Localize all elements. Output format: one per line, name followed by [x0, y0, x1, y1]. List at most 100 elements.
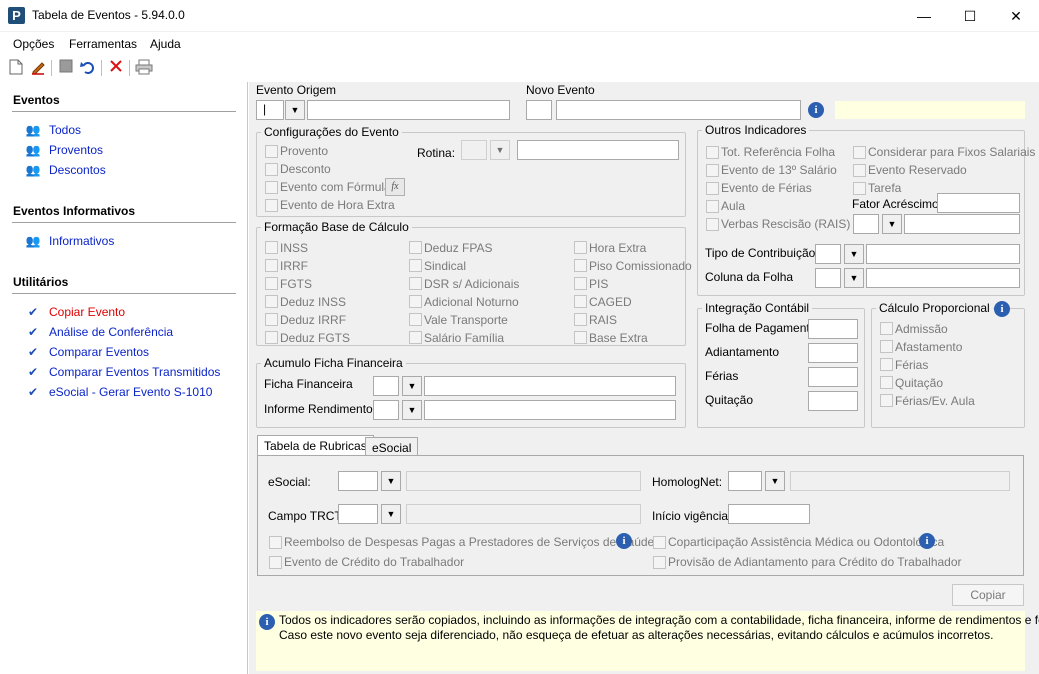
evento-ferias-checkbox[interactable] — [706, 182, 719, 195]
inss-checkbox[interactable] — [265, 241, 278, 254]
quitacao-proporcional-checkbox[interactable] — [880, 376, 893, 389]
verbas-name-input[interactable] — [904, 214, 1020, 234]
info-icon[interactable]: i — [808, 102, 824, 118]
esocial-name-input[interactable] — [406, 471, 641, 491]
info-icon[interactable]: i — [616, 533, 632, 549]
salario-familia-checkbox[interactable] — [409, 331, 422, 344]
piso-comissionado-checkbox[interactable] — [574, 259, 587, 272]
sidebar-item-analise-conferencia[interactable]: Análise de Conferência — [49, 325, 173, 339]
campo-trct-dropdown-button[interactable]: ▼ — [381, 504, 401, 524]
fator-acrescimo-input[interactable] — [937, 193, 1020, 213]
fgts-checkbox[interactable] — [265, 277, 278, 290]
tab-tabela-rubricas[interactable]: Tabela de Rubricas — [257, 435, 374, 455]
coparticipacao-checkbox[interactable] — [653, 536, 666, 549]
aula-checkbox[interactable] — [706, 200, 719, 213]
menu-opcoes[interactable]: Opções — [13, 37, 54, 51]
credito-trabalhador-checkbox[interactable] — [269, 556, 282, 569]
caged-checkbox[interactable] — [574, 295, 587, 308]
homolognet-code-input[interactable] — [728, 471, 762, 491]
maximize-button[interactable]: ☐ — [947, 0, 993, 32]
hora-extra-checkbox[interactable] — [265, 199, 278, 212]
formula-button[interactable]: fx — [385, 178, 405, 196]
tab-esocial[interactable]: eSocial — [365, 437, 419, 455]
reembolso-checkbox[interactable] — [269, 536, 282, 549]
desconto-checkbox[interactable] — [265, 163, 278, 176]
copiar-button[interactable]: Copiar — [952, 584, 1024, 606]
vale-transporte-checkbox[interactable] — [409, 313, 422, 326]
esocial-code-input[interactable] — [338, 471, 378, 491]
coluna-folha-code-input[interactable] — [815, 268, 841, 288]
tarefa-checkbox[interactable] — [853, 182, 866, 195]
provento-checkbox[interactable] — [265, 145, 278, 158]
ferias-integracao-input[interactable] — [808, 367, 858, 387]
tipo-contribuicao-code-input[interactable] — [815, 244, 841, 264]
rais-checkbox[interactable] — [574, 313, 587, 326]
novo-evento-code-input[interactable] — [526, 100, 552, 120]
provisao-checkbox[interactable] — [653, 556, 666, 569]
deduz-inss-checkbox[interactable] — [265, 295, 278, 308]
tipo-contribuicao-dropdown-button[interactable]: ▼ — [844, 244, 864, 264]
hora-extra-base-checkbox[interactable] — [574, 241, 587, 254]
inicio-vigencia-input[interactable] — [728, 504, 810, 524]
verbas-code-input[interactable] — [853, 214, 879, 234]
rotina-name-input[interactable] — [517, 140, 679, 160]
close-button[interactable]: ✕ — [993, 0, 1039, 32]
ficha-financeira-name-input[interactable] — [424, 376, 676, 396]
base-extra-checkbox[interactable] — [574, 331, 587, 344]
rotina-dropdown-button[interactable]: ▼ — [490, 140, 510, 160]
informe-rendimentos-dropdown-button[interactable]: ▼ — [402, 400, 422, 420]
minimize-button[interactable]: — — [901, 0, 947, 32]
delete-icon[interactable] — [107, 59, 125, 77]
admissao-checkbox[interactable] — [880, 322, 893, 335]
informe-rendimentos-name-input[interactable] — [424, 400, 676, 420]
irrf-checkbox[interactable] — [265, 259, 278, 272]
homolognet-dropdown-button[interactable]: ▼ — [765, 471, 785, 491]
homolognet-name-input[interactable] — [790, 471, 1010, 491]
deduz-fpas-checkbox[interactable] — [409, 241, 422, 254]
dsr-adicionais-checkbox[interactable] — [409, 277, 422, 290]
sidebar-item-informativos[interactable]: Informativos — [49, 234, 114, 248]
save-icon[interactable] — [57, 59, 75, 77]
print-icon[interactable] — [135, 59, 153, 77]
evento-formula-checkbox[interactable] — [265, 181, 278, 194]
ficha-financeira-dropdown-button[interactable]: ▼ — [402, 376, 422, 396]
novo-evento-name-input[interactable] — [556, 100, 801, 120]
sidebar-item-proventos[interactable]: Proventos — [49, 143, 103, 157]
coluna-folha-dropdown-button[interactable]: ▼ — [844, 268, 864, 288]
adicional-noturno-checkbox[interactable] — [409, 295, 422, 308]
sidebar-item-todos[interactable]: Todos — [49, 123, 81, 137]
sidebar-item-esocial-s1010[interactable]: eSocial - Gerar Evento S-1010 — [49, 385, 212, 399]
evento-reservado-checkbox[interactable] — [853, 164, 866, 177]
deduz-fgts-checkbox[interactable] — [265, 331, 278, 344]
ferias-proporcional-checkbox[interactable] — [880, 358, 893, 371]
adiantamento-input[interactable] — [808, 343, 858, 363]
campo-trct-code-input[interactable] — [338, 504, 378, 524]
menu-ferramentas[interactable]: Ferramentas — [69, 37, 137, 51]
fixos-salariais-checkbox[interactable] — [853, 146, 866, 159]
evento-origem-dropdown-button[interactable]: ▼ — [285, 100, 305, 120]
sidebar-item-descontos[interactable]: Descontos — [49, 163, 106, 177]
evento-origem-name-input[interactable] — [307, 100, 510, 120]
verbas-rescisao-checkbox[interactable] — [706, 218, 719, 231]
tot-referencia-checkbox[interactable] — [706, 146, 719, 159]
folha-pagamento-input[interactable] — [808, 319, 858, 339]
sidebar-item-copiar-evento[interactable]: Copiar Evento — [49, 305, 125, 319]
deduz-irrf-checkbox[interactable] — [265, 313, 278, 326]
coluna-folha-name-input[interactable] — [866, 268, 1020, 288]
info-icon[interactable]: i — [994, 301, 1010, 317]
menu-ajuda[interactable]: Ajuda — [150, 37, 181, 51]
rotina-code-input[interactable] — [461, 140, 487, 160]
esocial-dropdown-button[interactable]: ▼ — [381, 471, 401, 491]
edit-icon[interactable] — [29, 59, 47, 77]
quitacao-integracao-input[interactable] — [808, 391, 858, 411]
ferias-ev-aula-checkbox[interactable] — [880, 394, 893, 407]
info-icon[interactable]: i — [919, 533, 935, 549]
new-document-icon[interactable] — [7, 59, 25, 77]
campo-trct-name-input[interactable] — [406, 504, 641, 524]
undo-icon[interactable] — [79, 59, 97, 77]
sidebar-item-comparar-eventos[interactable]: Comparar Eventos — [49, 345, 149, 359]
evento-13-checkbox[interactable] — [706, 164, 719, 177]
pis-checkbox[interactable] — [574, 277, 587, 290]
ficha-financeira-code-input[interactable] — [373, 376, 399, 396]
sidebar-item-comparar-transmitidos[interactable]: Comparar Eventos Transmitidos — [49, 365, 220, 379]
